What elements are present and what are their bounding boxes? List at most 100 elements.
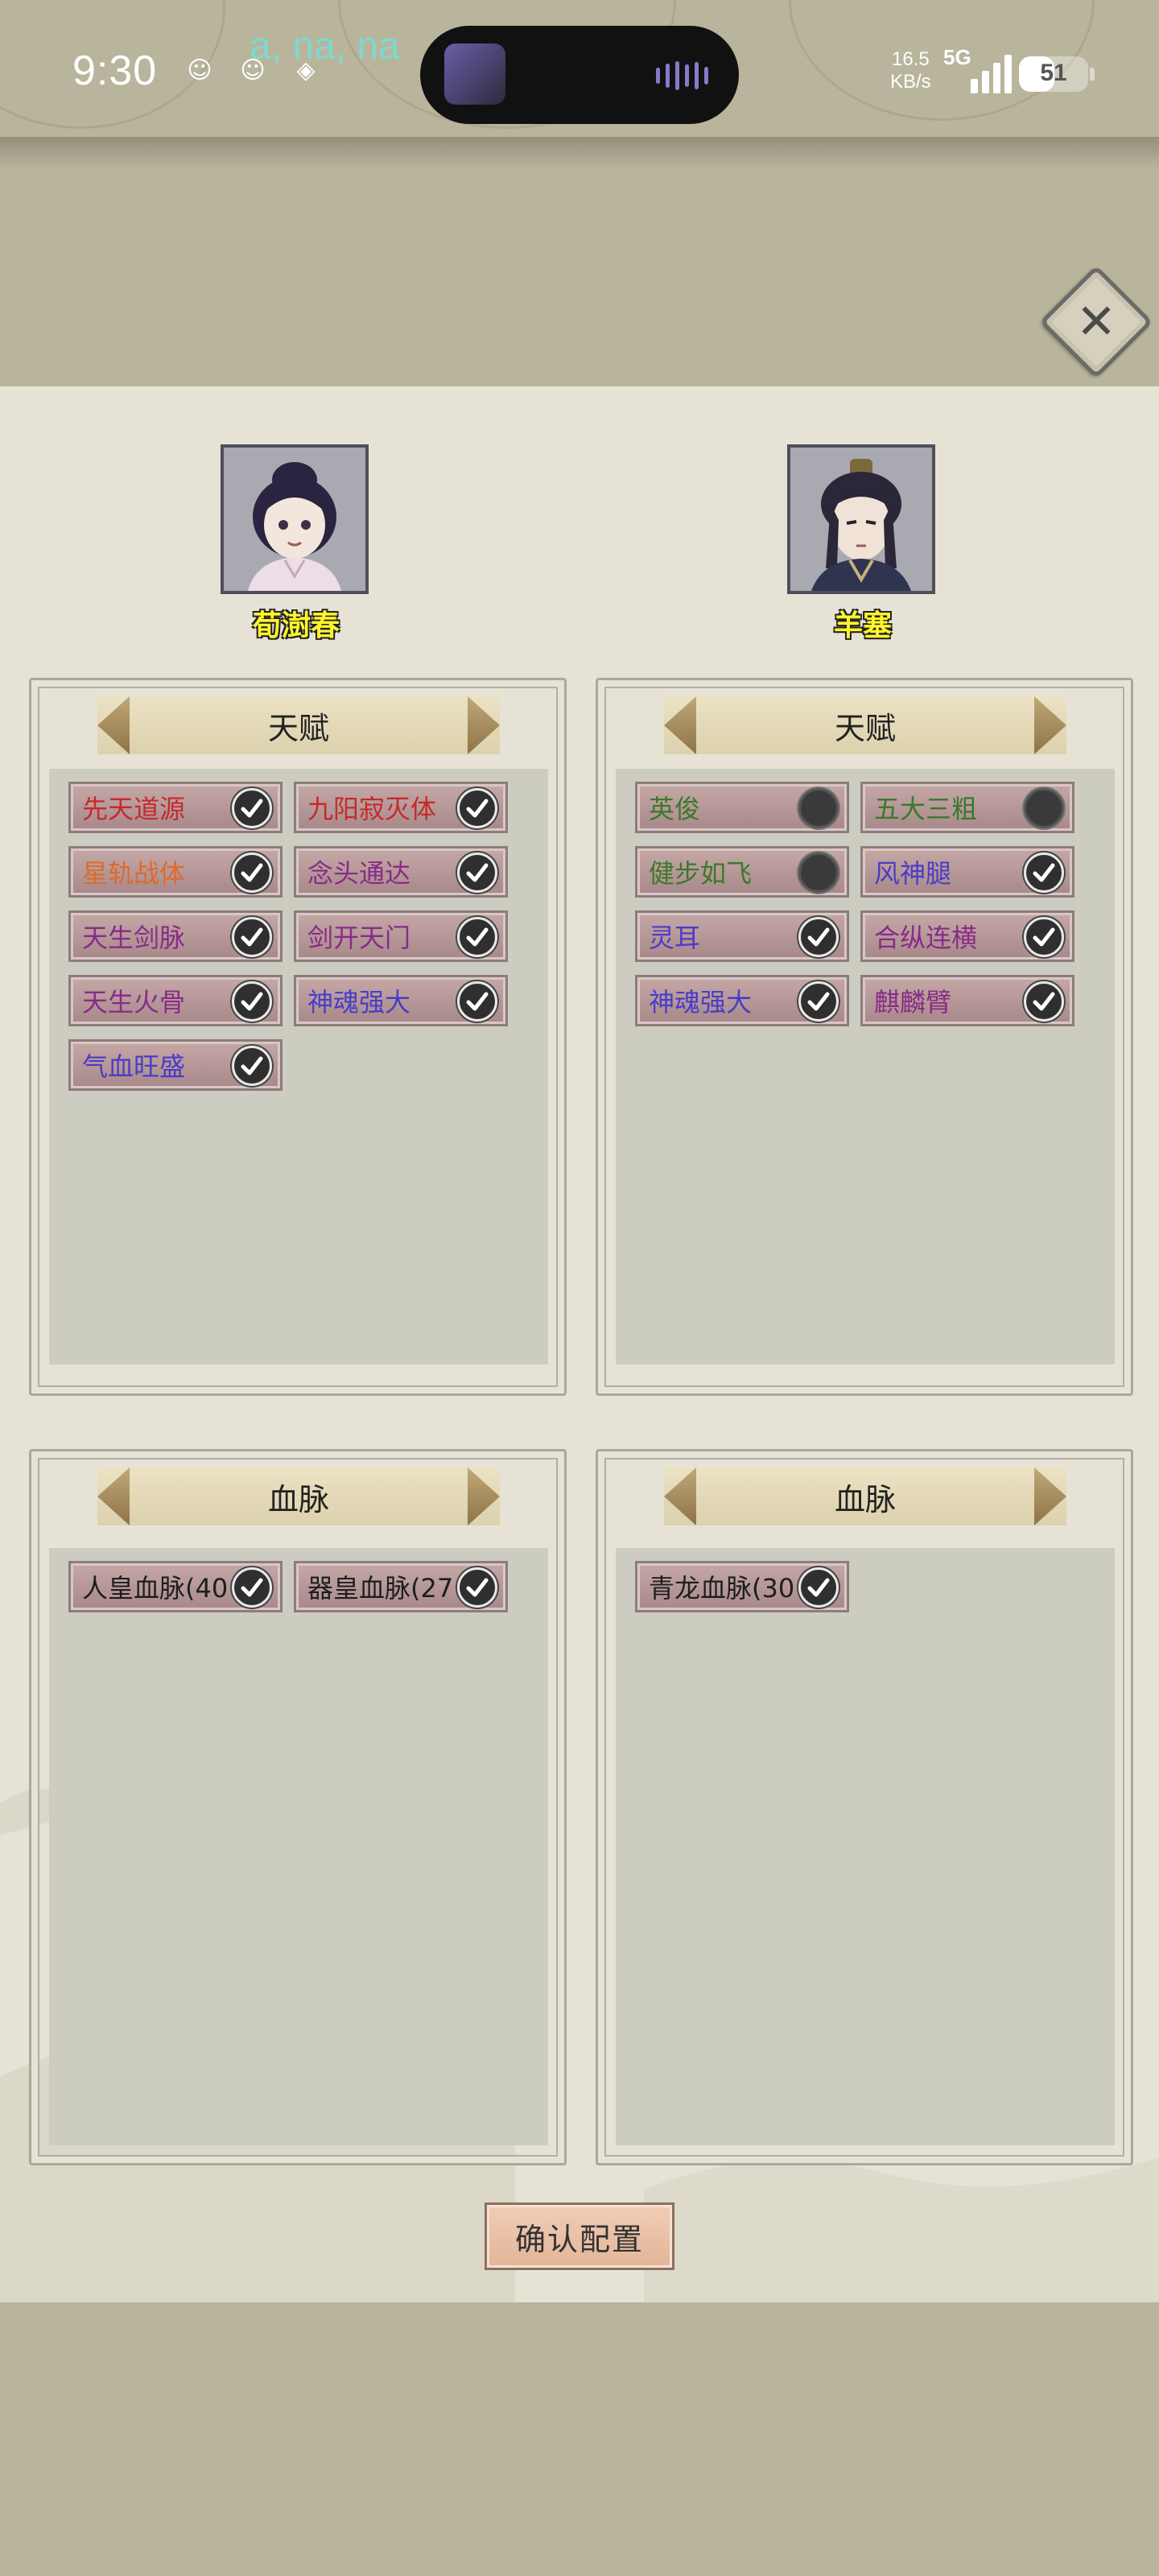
tag-item[interactable]: 灵耳 (635, 910, 849, 962)
tag-item[interactable]: 天生剑脉 (68, 910, 283, 962)
character-portrait[interactable] (221, 444, 369, 594)
bloodline-section: 血脉 青龙血脉(30 (596, 1449, 1133, 2165)
unchecked-circle-icon[interactable] (798, 788, 839, 828)
tag-label: 器皇血脉(27 (307, 1573, 454, 1604)
checkmark-icon[interactable] (232, 981, 272, 1022)
dynamic-island[interactable] (420, 26, 739, 124)
signal-icon (971, 48, 1012, 93)
tag-item[interactable]: 器皇血脉(27 (294, 1561, 508, 1612)
male-cultivator-portrait (790, 448, 932, 591)
checkmark-icon[interactable] (1024, 917, 1064, 957)
tag-item[interactable]: 英俊 (635, 782, 849, 833)
tag-label: 风神腿 (874, 858, 952, 889)
tag-label: 人皇血脉(40 (82, 1573, 229, 1604)
checkmark-icon[interactable] (1024, 981, 1064, 1022)
album-art-icon (444, 43, 505, 105)
unchecked-circle-icon[interactable] (1024, 788, 1064, 828)
network-speed: 16.5 KB/s (890, 48, 931, 93)
tag-label: 神魂强大 (649, 987, 753, 1018)
tag-item[interactable]: 九阳寂灭体 (294, 782, 508, 833)
tag-item[interactable]: 人皇血脉(40 (68, 1561, 283, 1612)
tag-item[interactable]: 念头通达 (294, 846, 508, 898)
checkmark-icon[interactable] (232, 788, 272, 828)
previous-arrow-icon[interactable] (664, 1468, 696, 1525)
section-header: 血脉 (97, 1468, 500, 1525)
section-title: 天赋 (267, 710, 329, 746)
tag-label: 天生剑脉 (82, 923, 186, 953)
character-name: 荀澍春 (252, 609, 340, 642)
speed-unit: KB/s (890, 71, 931, 93)
battery-icon: 51 (1019, 56, 1088, 92)
next-arrow-icon[interactable] (1034, 1468, 1066, 1525)
checkmark-icon[interactable] (457, 1567, 497, 1608)
character-card[interactable]: 荀澍春 (175, 444, 417, 654)
section-header: 天赋 (97, 696, 500, 754)
female-cultivator-portrait (224, 448, 365, 591)
previous-arrow-icon[interactable] (97, 696, 130, 754)
character-card[interactable]: 羊塞 (742, 444, 984, 654)
tag-list: 先天道源 九阳寂灭体 星轨战体 念头通达天生剑脉 剑开天门天生火骨 神魂强大气血旺盛 (49, 769, 548, 1364)
tag-label: 合纵连横 (874, 923, 978, 953)
section-title: 天赋 (834, 710, 896, 746)
checkmark-icon[interactable] (1024, 852, 1064, 893)
tag-item[interactable]: 气血旺盛 (68, 1039, 283, 1091)
bloodline-section: 血脉 人皇血脉(40 器皇血脉(27 (29, 1449, 567, 2165)
checkmark-icon[interactable] (232, 917, 272, 957)
section-header: 血脉 (664, 1468, 1066, 1525)
tag-item[interactable]: 风神腿 (860, 846, 1074, 898)
talent-section: 天赋 英俊 五大三粗健步如飞 风神腿 灵耳 合纵连横神魂强大 麒麟臂 (596, 678, 1133, 1396)
tag-item[interactable]: 青龙血脉(30 (635, 1561, 849, 1612)
checkmark-icon[interactable] (798, 1567, 839, 1608)
tag-item[interactable]: 神魂强大 (635, 975, 849, 1026)
character-name: 羊塞 (833, 609, 892, 642)
clock: 9:30 (72, 47, 158, 94)
tag-item[interactable]: 先天道源 (68, 782, 283, 833)
tag-item[interactable]: 健步如飞 (635, 846, 849, 898)
checkmark-icon[interactable] (232, 852, 272, 893)
tag-item[interactable]: 神魂强大 (294, 975, 508, 1026)
media-text: a, na, na (250, 25, 400, 68)
checkmark-icon[interactable] (232, 1046, 272, 1086)
tag-item[interactable]: 五大三粗 (860, 782, 1074, 833)
next-arrow-icon[interactable] (468, 696, 500, 754)
tag-label: 健步如飞 (649, 858, 753, 889)
character-portrait[interactable] (787, 444, 935, 594)
status-bar: 9:30 ☺ ☺ ◈ a, na, na 16.5 KB/s 5G 51 (0, 0, 1159, 153)
battery-level: 51 (1040, 60, 1067, 86)
tag-label: 念头通达 (307, 858, 411, 889)
tag-item[interactable]: 剑开天门 (294, 910, 508, 962)
confirm-config-button[interactable]: 确认配置 (485, 2202, 674, 2270)
tag-item[interactable]: 合纵连横 (860, 910, 1074, 962)
checkmark-icon[interactable] (232, 1567, 272, 1608)
next-arrow-icon[interactable] (1034, 696, 1066, 754)
tag-label: 青龙血脉(30 (649, 1573, 795, 1604)
tag-item[interactable]: 天生火骨 (68, 975, 283, 1026)
battery-tip (1090, 68, 1095, 80)
next-arrow-icon[interactable] (468, 1468, 500, 1525)
tag-label: 剑开天门 (307, 923, 411, 953)
app-notification-icon: ☺ (187, 56, 212, 85)
tag-label: 五大三粗 (874, 794, 978, 824)
tag-label: 英俊 (649, 794, 701, 824)
speed-value: 16.5 (891, 48, 930, 70)
unchecked-circle-icon[interactable] (798, 852, 839, 893)
tag-label: 气血旺盛 (82, 1051, 186, 1082)
checkmark-icon[interactable] (798, 917, 839, 957)
tag-label: 天生火骨 (82, 987, 186, 1018)
section-header: 天赋 (664, 696, 1066, 754)
audio-wave-icon (656, 61, 708, 90)
section-title: 血脉 (834, 1481, 896, 1517)
tag-item[interactable]: 麒麟臂 (860, 975, 1074, 1026)
section-title: 血脉 (267, 1481, 329, 1517)
checkmark-icon[interactable] (457, 981, 497, 1022)
tag-label: 先天道源 (82, 794, 186, 824)
previous-arrow-icon[interactable] (97, 1468, 130, 1525)
checkmark-icon[interactable] (457, 852, 497, 893)
tag-label: 麒麟臂 (874, 987, 952, 1018)
checkmark-icon[interactable] (457, 917, 497, 957)
close-icon: ✕ (1075, 294, 1117, 350)
tag-item[interactable]: 星轨战体 (68, 846, 283, 898)
previous-arrow-icon[interactable] (664, 696, 696, 754)
checkmark-icon[interactable] (798, 981, 839, 1022)
checkmark-icon[interactable] (457, 788, 497, 828)
